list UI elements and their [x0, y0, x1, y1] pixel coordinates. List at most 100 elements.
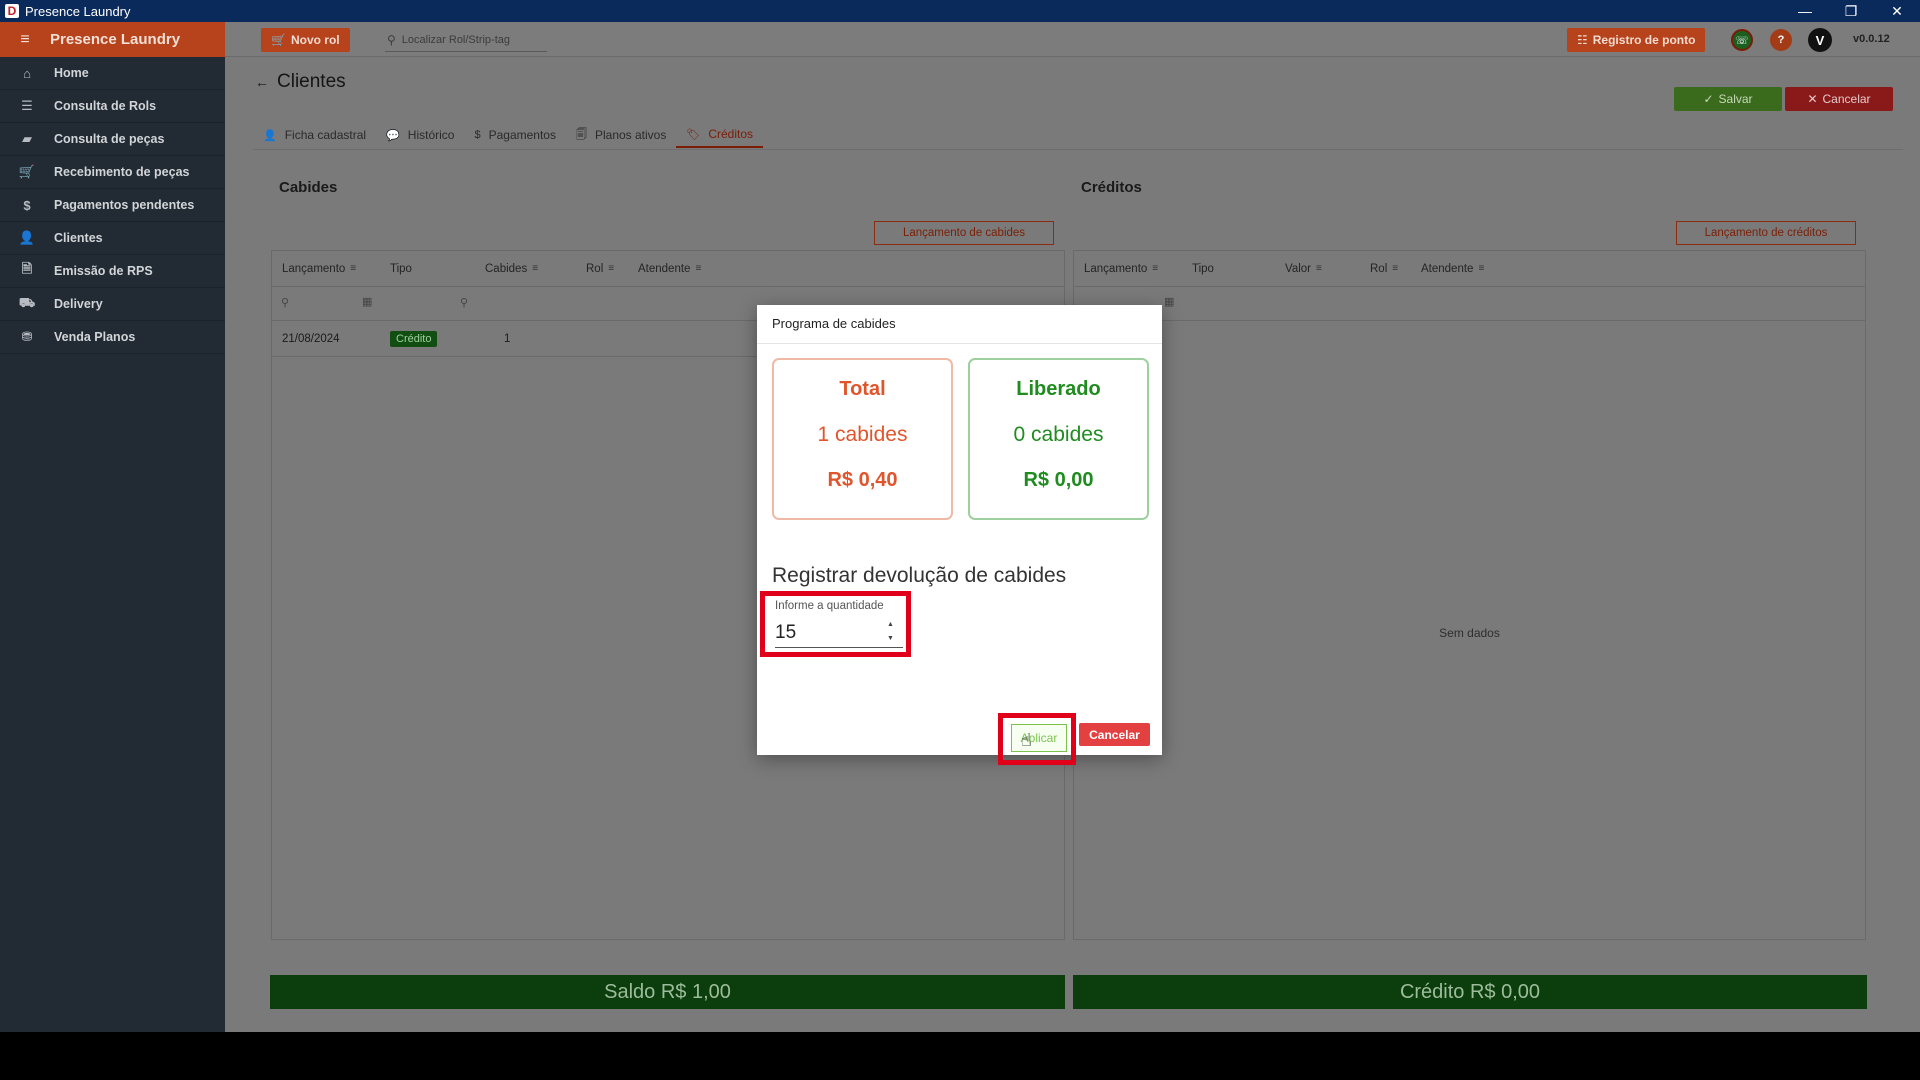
window-titlebar: D Presence Laundry — ❐ ✕	[0, 0, 1920, 22]
quantity-stepper[interactable]: ▲ ▼	[887, 621, 897, 643]
sidebar-item-consulta-rols[interactable]: ☰ Consulta de Rols	[0, 90, 225, 123]
col-atendente[interactable]: Atendente ≡	[638, 263, 701, 275]
help-icon[interactable]: ?	[1770, 29, 1792, 51]
tab-pagamentos[interactable]: $ Pagamentos	[464, 122, 566, 148]
sidebar-item-recebimento-pecas[interactable]: 🛒 Recebimento de peças	[0, 156, 225, 189]
tab-ficha-cadastral[interactable]: 👤 Ficha cadastral	[253, 122, 376, 148]
cancelar-label: Cancelar	[1822, 92, 1871, 106]
creditos-title: Créditos	[1081, 179, 1142, 196]
tab-planos-ativos[interactable]: 🗐 Planos ativos	[566, 122, 676, 148]
check-icon: ✓	[1703, 92, 1714, 106]
cabides-title: Cabides	[279, 179, 338, 196]
top-bar: 🛒 Novo rol ⚲ Localizar Rol/Strip-tag ☷ R…	[225, 22, 1920, 57]
lancamento-creditos-button[interactable]: Lançamento de créditos	[1676, 221, 1856, 245]
close-window-icon[interactable]: ✕	[1874, 0, 1920, 22]
sidebar-item-pagamentos-pendentes[interactable]: $ Pagamentos pendentes	[0, 189, 225, 222]
creditos-grid-header: Lançamento ≡ Tipo Valor ≡ Rol ≡ Atendente ≡	[1074, 251, 1865, 287]
col-lancamento[interactable]: Lançamento ≡	[282, 263, 356, 275]
registro-ponto-button[interactable]: ☷ Registro de ponto	[1567, 28, 1706, 52]
sidebar-item-label: Clientes	[54, 231, 103, 245]
col-atendente[interactable]: Atendente ≡	[1421, 263, 1484, 275]
calendar-icon[interactable]: ▦	[362, 295, 372, 308]
back-arrow-icon[interactable]: ←	[255, 74, 269, 90]
creditos-filter-row: ▦	[1074, 287, 1865, 321]
search-input[interactable]: Localizar Rol/Strip-tag	[402, 34, 510, 46]
dialog-cancelar-button[interactable]: Cancelar	[1079, 723, 1150, 746]
search-icon[interactable]: ⚲	[281, 296, 289, 309]
filter-icon[interactable]: ≡	[695, 263, 701, 274]
filter-icon[interactable]: ≡	[1152, 263, 1158, 274]
sidebar-item-venda-planos[interactable]: ⛃ Venda Planos	[0, 321, 225, 354]
col-tipo[interactable]: Tipo	[390, 263, 412, 275]
taskbar	[0, 1032, 1920, 1080]
avatar[interactable]: V	[1808, 28, 1832, 52]
aplicar-button[interactable]: Aplicar	[1011, 724, 1067, 752]
col-cabides[interactable]: Cabides ≡	[485, 263, 538, 275]
page-header: ← Clientes	[255, 71, 346, 93]
window-title: Presence Laundry	[25, 3, 131, 19]
col-label: Rol	[1370, 262, 1388, 275]
document-icon: 🗎	[21, 261, 33, 276]
calendar-icon[interactable]: ▦	[1164, 295, 1174, 308]
total-value: R$ 0,40	[827, 469, 898, 491]
lancamento-cabides-button[interactable]: Lançamento de cabides	[874, 221, 1054, 245]
minimize-icon[interactable]: —	[1782, 0, 1828, 22]
status-badge: Crédito	[390, 330, 438, 347]
col-lancamento[interactable]: Lançamento ≡	[1084, 263, 1158, 275]
window-controls: — ❐ ✕	[1782, 0, 1920, 22]
sidebar-item-delivery[interactable]: ⛟ Delivery	[0, 288, 225, 321]
app-version: v0.0.12	[1853, 33, 1890, 45]
clock-list-icon: ☷	[1577, 33, 1588, 47]
filter-icon[interactable]: ≡	[1478, 263, 1484, 274]
whatsapp-icon[interactable]: ☏	[1731, 29, 1753, 51]
stepper-up-icon[interactable]: ▲	[887, 621, 897, 629]
search-icon: ⚲	[387, 32, 396, 47]
tab-label: Pagamentos	[488, 128, 556, 142]
page-title: Clientes	[277, 71, 346, 92]
novo-rol-button[interactable]: 🛒 Novo rol	[261, 28, 350, 52]
search-icon[interactable]: ⚲	[460, 296, 468, 309]
col-tipo[interactable]: Tipo	[1192, 263, 1214, 275]
sidebar-item-home[interactable]: ⌂ Home	[0, 57, 225, 90]
sidebar-item-consulta-pecas[interactable]: ▰ Consulta de peças	[0, 123, 225, 156]
list-icon: 🗐	[575, 128, 587, 141]
salvar-label: Salvar	[1718, 92, 1753, 106]
filter-icon[interactable]: ≡	[350, 263, 356, 274]
hand-cursor-icon: ☝	[1021, 730, 1032, 750]
col-rol[interactable]: Rol ≡	[1370, 263, 1398, 275]
cancelar-button[interactable]: ✕ Cancelar	[1785, 87, 1893, 111]
restore-icon[interactable]: ❐	[1828, 0, 1874, 22]
tab-creditos[interactable]: 🏷 Créditos	[676, 122, 764, 148]
col-valor[interactable]: Valor ≡	[1285, 263, 1322, 275]
col-label: Lançamento	[1084, 262, 1148, 275]
tab-divider	[253, 149, 1903, 150]
total-count: 1 cabides	[817, 423, 908, 446]
filter-icon[interactable]: ≡	[532, 263, 538, 274]
credito-bar: Crédito R$ 0,00	[1073, 975, 1867, 1009]
liberado-title: Liberado	[1016, 378, 1101, 400]
tag-icon: ▰	[22, 131, 32, 146]
col-label: Cabides	[485, 262, 528, 275]
stepper-down-icon[interactable]: ▼	[887, 635, 897, 643]
programa-cabides-dialog: Programa de cabides Total 1 cabides R$ 0…	[757, 305, 1162, 765]
close-icon: ✕	[1807, 92, 1818, 106]
quantity-input[interactable]	[775, 618, 903, 648]
cell-cabides: 1	[504, 332, 511, 345]
brand-name: Presence Laundry	[50, 31, 181, 48]
hamburger-menu-icon[interactable]: ≡	[0, 31, 50, 49]
sidebar-item-emissao-rps[interactable]: 🗎 Emissão de RPS	[0, 255, 225, 288]
total-title: Total	[839, 378, 886, 400]
filter-icon[interactable]: ≡	[1392, 263, 1398, 274]
col-rol[interactable]: Rol ≡	[586, 263, 614, 275]
filter-icon[interactable]: ≡	[608, 263, 614, 274]
tab-historico[interactable]: 💬 Histórico	[376, 122, 464, 148]
tab-bar: 👤 Ficha cadastral 💬 Histórico $ Pagament…	[253, 122, 764, 148]
filter-icon[interactable]: ≡	[1316, 263, 1322, 274]
dollar-icon: $	[474, 129, 481, 141]
col-label: Rol	[586, 262, 604, 275]
salvar-button[interactable]: ✓ Salvar	[1674, 87, 1782, 111]
tag-icon: 🏷	[686, 128, 701, 141]
sidebar-item-label: Venda Planos	[54, 330, 136, 344]
search-box[interactable]: ⚲ Localizar Rol/Strip-tag	[385, 28, 547, 52]
sidebar-item-clientes[interactable]: 👤 Clientes	[0, 222, 225, 255]
